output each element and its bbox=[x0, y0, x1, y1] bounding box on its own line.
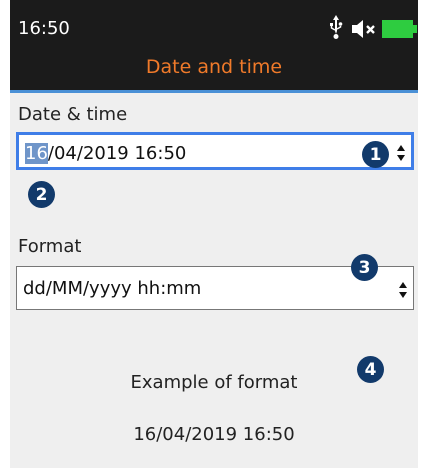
format-value: dd/MM/yyyy hh:mm bbox=[23, 278, 202, 299]
spinner-arrows-icon[interactable] bbox=[395, 142, 407, 164]
example-value: 16/04/2019 16:50 bbox=[133, 424, 295, 445]
status-bar: 16:50 Date and time bbox=[10, 0, 418, 93]
device-screen: 16:50 Date and time Date & time 16/04/20… bbox=[10, 0, 418, 468]
example-label: Example of format bbox=[130, 372, 298, 393]
datetime-field[interactable]: 16/04/2019 16:50 bbox=[16, 132, 414, 170]
callout-badge-1: 1 bbox=[362, 141, 389, 168]
dropdown-arrows-icon[interactable] bbox=[397, 279, 409, 301]
usb-icon bbox=[330, 15, 343, 39]
callout-badge-4: 4 bbox=[357, 356, 384, 383]
battery-icon bbox=[382, 20, 417, 38]
page-title: Date and time bbox=[145, 56, 283, 78]
clock-time: 16:50 bbox=[18, 18, 70, 39]
datetime-value[interactable]: 16/04/2019 16:50 bbox=[25, 143, 186, 164]
selected-day-segment[interactable]: 16 bbox=[25, 143, 48, 164]
callout-badge-3: 3 bbox=[351, 254, 378, 281]
callout-badge-2: 2 bbox=[28, 181, 55, 208]
format-label: Format bbox=[18, 236, 82, 257]
datetime-label: Date & time bbox=[18, 104, 128, 125]
mute-icon bbox=[352, 20, 375, 38]
datetime-rest: /04/2019 16:50 bbox=[47, 143, 187, 164]
